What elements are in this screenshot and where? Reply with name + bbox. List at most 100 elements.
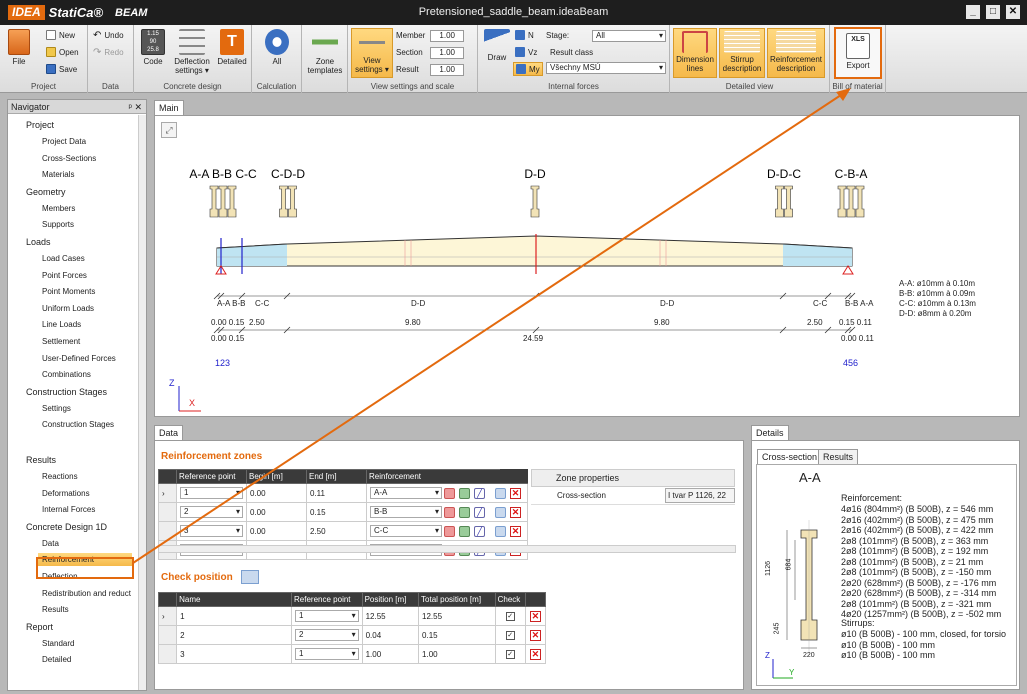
row-selector[interactable]: › [158, 483, 177, 503]
nav-item-project-data[interactable]: Project Data [42, 137, 86, 146]
zone-row[interactable]: › 1 0.00 0.11 A-A ╱ ✕ [158, 483, 528, 503]
nav-section-report[interactable]: Report [26, 622, 53, 632]
check-row[interactable]: 2 2 0.04 0.15 ✓ ✕ [157, 625, 547, 645]
end-cell[interactable]: 0.11 [306, 483, 367, 503]
pencil-icon[interactable]: ╱ [474, 487, 485, 499]
zone-row[interactable]: 2 0.00 0.15 B-B ╱ ✕ [158, 502, 528, 522]
nav-item-uniform-loads[interactable]: Uniform Loads [42, 304, 94, 313]
reinforcement-description-button[interactable]: Reinforcement description [767, 28, 825, 78]
nav-item-detailed[interactable]: Detailed [42, 655, 71, 664]
row-selector[interactable] [158, 502, 177, 522]
edit-reinf-icon[interactable] [444, 487, 455, 499]
force-vz-button[interactable]: Vz [515, 47, 537, 57]
stirrup-description-button[interactable]: Stirrup description [719, 28, 765, 78]
check-checkbox[interactable]: ✓ [505, 631, 515, 640]
nav-item-materials[interactable]: Materials [42, 170, 74, 179]
code-button[interactable]: 1.15 90 25.8 Code [138, 29, 168, 66]
new-button[interactable]: New [46, 30, 75, 40]
nav-item-reinforcement[interactable]: Reinforcement [38, 553, 132, 567]
end-cell[interactable]: 0.15 [306, 502, 367, 522]
nav-item-load-cases[interactable]: Load Cases [42, 254, 85, 263]
row-selector[interactable] [158, 521, 177, 541]
check-row-selector[interactable] [157, 625, 178, 645]
nav-item-settlement[interactable]: Settlement [42, 337, 80, 346]
check-row-selector[interactable]: › [157, 606, 178, 626]
check-name-cell[interactable]: 1 [176, 606, 293, 626]
ref-select[interactable]: 2 [180, 506, 243, 518]
nav-item-deformations[interactable]: Deformations [42, 489, 90, 498]
begin-cell[interactable]: 0.00 [246, 483, 307, 503]
delete-row-icon[interactable]: ✕ [510, 525, 521, 537]
pencil-icon[interactable]: ╱ [474, 506, 485, 518]
add-row-icon[interactable] [495, 525, 506, 537]
pencil-icon[interactable]: ╱ [474, 525, 485, 537]
maximize-button[interactable]: □ [986, 5, 1000, 19]
nav-item-cross-sections[interactable]: Cross-Sections [42, 154, 96, 163]
nav-section-concrete-design-1d[interactable]: Concrete Design 1D [26, 522, 107, 532]
nav-section-loads[interactable]: Loads [26, 237, 51, 247]
reinf-select[interactable]: A-A [370, 487, 442, 499]
undo-button[interactable]: ↶ Undo [93, 30, 124, 41]
reinf-select[interactable]: C-C [370, 525, 442, 537]
check-row-selector[interactable] [157, 644, 178, 664]
nav-item-redistribution-and-reduct[interactable]: Redistribution and reduct [42, 589, 131, 598]
tab-main[interactable]: Main [154, 100, 184, 115]
nav-item-combinations[interactable]: Combinations [42, 370, 91, 379]
position-cell[interactable]: 1.00 [361, 644, 420, 664]
copy-reinf-icon[interactable] [459, 506, 470, 518]
check-name-cell[interactable]: 3 [176, 644, 293, 664]
ref-select[interactable]: 1 [180, 487, 243, 499]
nav-item-standard[interactable]: Standard [42, 639, 74, 648]
nav-section-geometry[interactable]: Geometry [26, 187, 66, 197]
position-cell[interactable]: 0.04 [361, 625, 420, 645]
ref-select[interactable]: 3 [180, 525, 243, 537]
delete-check-icon[interactable]: ✕ [529, 610, 541, 622]
detailed-button[interactable]: T Detailed [216, 29, 248, 66]
delete-check-icon[interactable]: ✕ [529, 629, 541, 641]
check-row[interactable]: › 1 1 12.55 12.55 ✓ ✕ [157, 606, 547, 626]
edit-reinf-icon[interactable] [444, 506, 455, 518]
nav-section-construction-stages[interactable]: Construction Stages [26, 387, 107, 397]
stage-select[interactable]: All [592, 30, 666, 42]
tab-data[interactable]: Data [154, 425, 184, 440]
zones-hscroll[interactable] [158, 545, 736, 553]
nav-item-user-defined-forces[interactable]: User-Defined Forces [42, 354, 116, 363]
copy-reinf-icon[interactable] [459, 487, 470, 499]
check-name-cell[interactable]: 2 [176, 625, 293, 645]
nav-item-members[interactable]: Members [42, 204, 75, 213]
reinf-select[interactable]: B-B [370, 506, 442, 518]
delete-row-icon[interactable]: ✕ [510, 506, 521, 518]
result-scale-input[interactable]: 1.00 [430, 64, 464, 76]
tab-details[interactable]: Details [751, 425, 789, 440]
nav-item-data[interactable]: Data [42, 539, 59, 548]
check-checkbox[interactable]: ✓ [505, 650, 515, 659]
result-class-select[interactable]: Všechny MSÚ [546, 62, 666, 74]
nav-item-results[interactable]: Results [42, 605, 69, 614]
delete-check-icon[interactable]: ✕ [529, 648, 541, 660]
end-cell[interactable]: 2.50 [306, 521, 367, 541]
view-settings-button[interactable]: View settings ▾ [351, 28, 393, 78]
navigator-pin-icon[interactable]: ᵖ ✕ [129, 100, 142, 114]
begin-cell[interactable]: 0.00 [246, 502, 307, 522]
nav-item-point-forces[interactable]: Point Forces [42, 271, 87, 280]
cross-section-prop-value[interactable]: I tvar P 1126, 22 [665, 488, 735, 503]
nav-section-results[interactable]: Results [26, 455, 56, 465]
check-ref-select[interactable]: 2 [295, 629, 359, 641]
nav-item-line-loads[interactable]: Line Loads [42, 320, 81, 329]
add-row-icon[interactable] [495, 487, 506, 499]
edit-reinf-icon[interactable] [444, 525, 455, 537]
nav-item-internal-forces[interactable]: Internal Forces [42, 505, 95, 514]
calculate-all-button[interactable]: All [260, 29, 294, 66]
redo-button[interactable]: ↷ Redo [93, 47, 124, 58]
check-checkbox[interactable]: ✓ [505, 612, 515, 621]
export-button[interactable]: XLS Export [834, 27, 882, 79]
zone-templates-button[interactable]: Zone templates [304, 29, 346, 75]
close-button[interactable]: ✕ [1006, 5, 1020, 19]
delete-row-icon[interactable]: ✕ [510, 487, 521, 499]
save-button[interactable]: Save [46, 64, 77, 74]
copy-reinf-icon[interactable] [459, 525, 470, 537]
dimension-lines-button[interactable]: Dimension lines [673, 28, 717, 78]
tab-results[interactable]: Results [818, 449, 859, 464]
open-button[interactable]: Open [46, 47, 79, 57]
navigator-scrollbar[interactable] [138, 115, 146, 690]
